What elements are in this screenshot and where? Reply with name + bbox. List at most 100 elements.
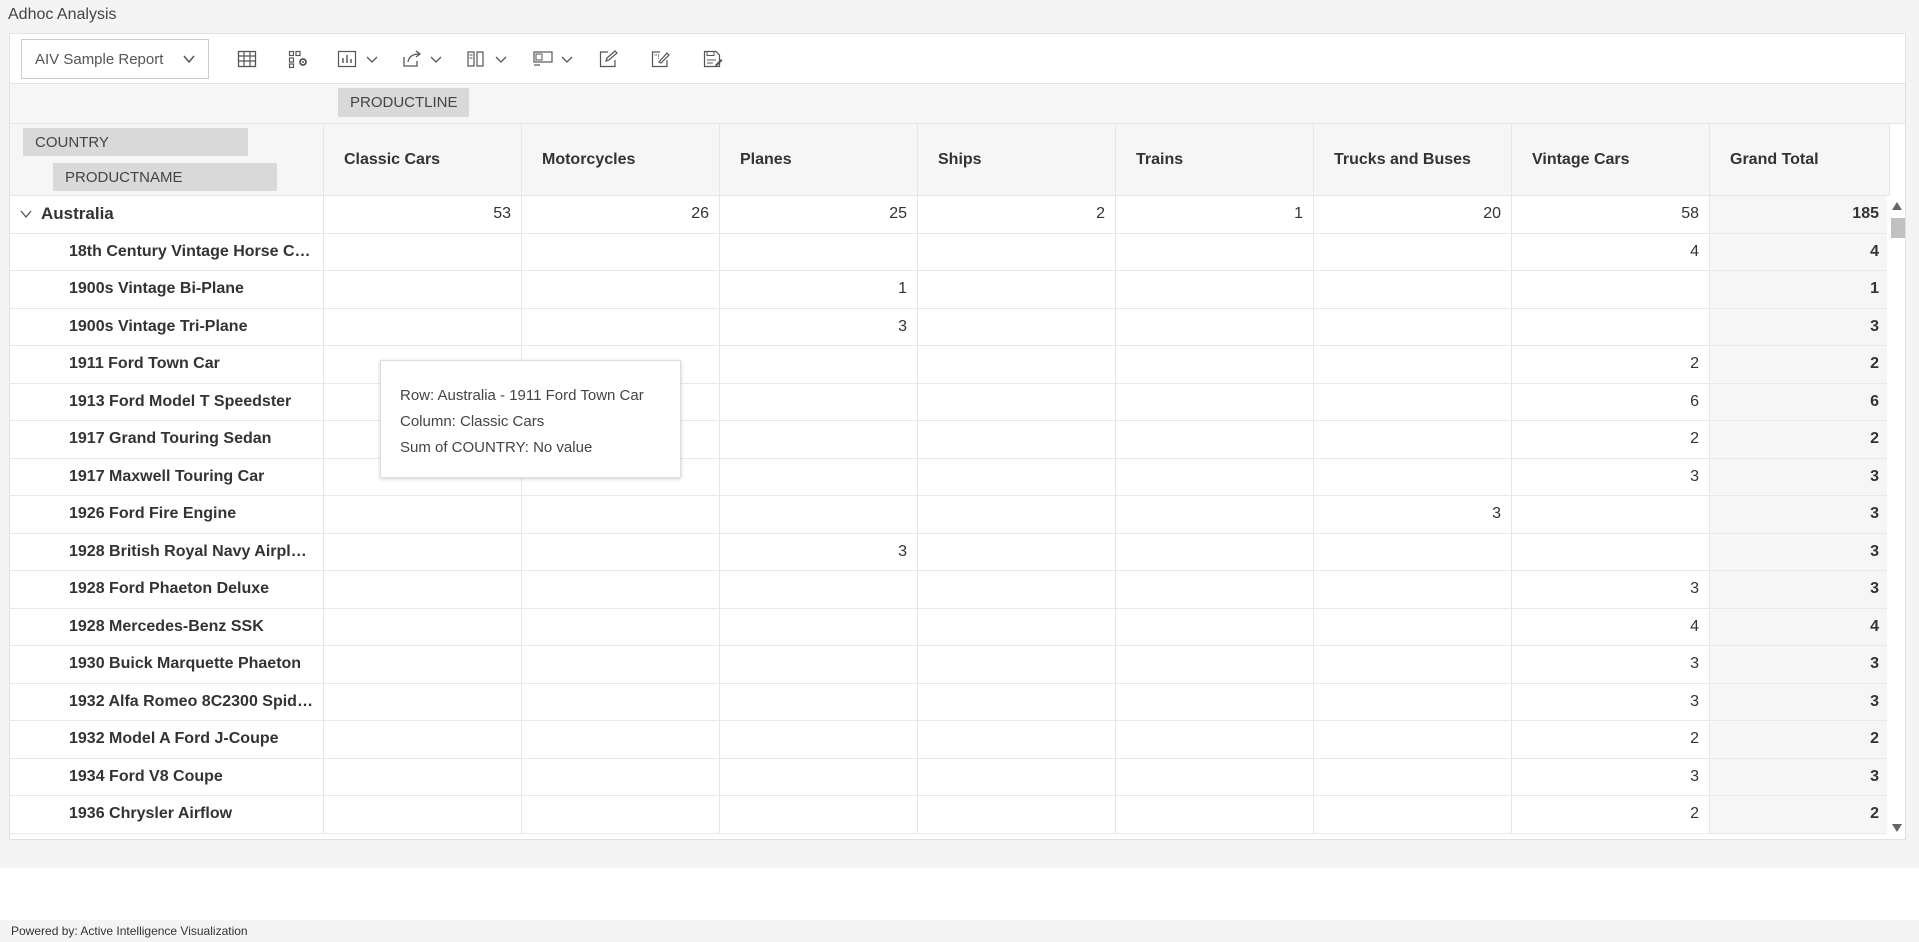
- value-cell[interactable]: [1314, 721, 1512, 758]
- value-cell[interactable]: [522, 308, 720, 345]
- value-cell[interactable]: [1314, 458, 1512, 495]
- row-label[interactable]: 1928 Mercedes-Benz SSK: [10, 608, 324, 645]
- row-label[interactable]: 1932 Model A Ford J-Coupe: [10, 721, 324, 758]
- grand-total-cell[interactable]: 4: [1710, 608, 1890, 645]
- value-cell[interactable]: 3: [1512, 458, 1710, 495]
- value-cell[interactable]: [522, 758, 720, 795]
- value-cell[interactable]: 3: [720, 308, 918, 345]
- column-header[interactable]: Classic Cars: [324, 124, 522, 196]
- value-cell[interactable]: [720, 683, 918, 720]
- value-cell[interactable]: [1116, 646, 1314, 683]
- value-cell[interactable]: [918, 271, 1116, 308]
- value-cell[interactable]: [1314, 796, 1512, 833]
- value-cell[interactable]: [1512, 496, 1710, 533]
- value-cell[interactable]: [720, 646, 918, 683]
- value-cell[interactable]: [1314, 758, 1512, 795]
- value-cell[interactable]: 3: [1512, 571, 1710, 608]
- row-label[interactable]: 1928 British Royal Navy Airplane: [10, 533, 324, 570]
- value-cell[interactable]: [918, 796, 1116, 833]
- value-cell[interactable]: [324, 496, 522, 533]
- value-cell[interactable]: [1314, 421, 1512, 458]
- row-label[interactable]: 1917 Maxwell Touring Car: [10, 458, 324, 495]
- value-cell[interactable]: [324, 571, 522, 608]
- value-cell[interactable]: [324, 646, 522, 683]
- export-button[interactable]: [399, 46, 445, 72]
- value-cell[interactable]: [324, 308, 522, 345]
- value-cell[interactable]: [1116, 533, 1314, 570]
- value-cell[interactable]: [1314, 608, 1512, 645]
- grand-total-cell[interactable]: 3: [1710, 458, 1890, 495]
- value-cell[interactable]: [522, 496, 720, 533]
- grand-total-cell[interactable]: 3: [1710, 646, 1890, 683]
- value-cell[interactable]: [1314, 346, 1512, 383]
- value-cell[interactable]: [720, 758, 918, 795]
- value-cell[interactable]: [918, 683, 1116, 720]
- value-cell[interactable]: [918, 721, 1116, 758]
- row-label[interactable]: 1900s Vintage Tri-Plane: [10, 308, 324, 345]
- value-cell[interactable]: 3: [1512, 758, 1710, 795]
- row-label[interactable]: 1932 Alfa Romeo 8C2300 Spider Sport: [10, 683, 324, 720]
- value-cell[interactable]: [720, 383, 918, 420]
- column-header-grand-total[interactable]: Grand Total: [1710, 124, 1890, 196]
- column-header[interactable]: Motorcycles: [522, 124, 720, 196]
- value-cell[interactable]: [1116, 608, 1314, 645]
- value-cell[interactable]: [1314, 233, 1512, 270]
- row-label[interactable]: 1926 Ford Fire Engine: [10, 496, 324, 533]
- row-label[interactable]: 1911 Ford Town Car: [10, 346, 324, 383]
- column-header[interactable]: Ships: [918, 124, 1116, 196]
- value-cell[interactable]: [720, 458, 918, 495]
- value-cell[interactable]: [522, 796, 720, 833]
- row-label[interactable]: 1928 Ford Phaeton Deluxe: [10, 571, 324, 608]
- value-cell[interactable]: [918, 458, 1116, 495]
- value-cell[interactable]: [1314, 683, 1512, 720]
- value-cell[interactable]: [918, 571, 1116, 608]
- value-cell[interactable]: [720, 346, 918, 383]
- row-label[interactable]: 1913 Ford Model T Speedster: [10, 383, 324, 420]
- grand-total-cell[interactable]: 2: [1710, 796, 1890, 833]
- value-cell[interactable]: [1116, 346, 1314, 383]
- value-cell[interactable]: 58: [1512, 196, 1710, 233]
- value-cell[interactable]: [522, 571, 720, 608]
- row-field-chip-productname[interactable]: PRODUCTNAME: [53, 163, 277, 191]
- value-cell[interactable]: [522, 233, 720, 270]
- collapse-chevron-icon[interactable]: [20, 209, 32, 219]
- grand-total-cell[interactable]: 4: [1710, 233, 1890, 270]
- value-cell[interactable]: [918, 646, 1116, 683]
- grand-total-cell[interactable]: 6: [1710, 383, 1890, 420]
- grand-total-cell[interactable]: 185: [1710, 196, 1890, 233]
- value-cell[interactable]: [324, 796, 522, 833]
- grand-total-cell[interactable]: 2: [1710, 346, 1890, 383]
- value-cell[interactable]: [1116, 383, 1314, 420]
- value-cell[interactable]: [324, 271, 522, 308]
- value-cell[interactable]: [324, 758, 522, 795]
- grand-total-cell[interactable]: 3: [1710, 683, 1890, 720]
- value-cell[interactable]: [522, 271, 720, 308]
- value-cell[interactable]: 2: [918, 196, 1116, 233]
- value-cell[interactable]: [522, 646, 720, 683]
- row-label[interactable]: 18th Century Vintage Horse Carriage: [10, 233, 324, 270]
- row-label[interactable]: 1930 Buick Marquette Phaeton: [10, 646, 324, 683]
- row-label[interactable]: 1917 Grand Touring Sedan: [10, 421, 324, 458]
- value-cell[interactable]: [720, 796, 918, 833]
- value-cell[interactable]: [324, 233, 522, 270]
- layout-button[interactable]: [528, 46, 578, 72]
- value-cell[interactable]: [1512, 308, 1710, 345]
- grid-settings-button[interactable]: [286, 46, 312, 72]
- value-cell[interactable]: [1512, 533, 1710, 570]
- value-cell[interactable]: [324, 608, 522, 645]
- value-cell[interactable]: 3: [720, 533, 918, 570]
- columns-button[interactable]: [462, 46, 512, 72]
- value-cell[interactable]: [918, 496, 1116, 533]
- grand-total-cell[interactable]: 3: [1710, 571, 1890, 608]
- grand-total-cell[interactable]: 3: [1710, 308, 1890, 345]
- value-cell[interactable]: [918, 758, 1116, 795]
- value-cell[interactable]: [1512, 271, 1710, 308]
- value-cell[interactable]: [918, 346, 1116, 383]
- value-cell[interactable]: 1: [720, 271, 918, 308]
- scroll-up-icon[interactable]: [1892, 202, 1902, 210]
- column-header[interactable]: Trains: [1116, 124, 1314, 196]
- value-cell[interactable]: [522, 683, 720, 720]
- grand-total-cell[interactable]: 1: [1710, 271, 1890, 308]
- value-cell[interactable]: [1116, 496, 1314, 533]
- value-cell[interactable]: [1314, 646, 1512, 683]
